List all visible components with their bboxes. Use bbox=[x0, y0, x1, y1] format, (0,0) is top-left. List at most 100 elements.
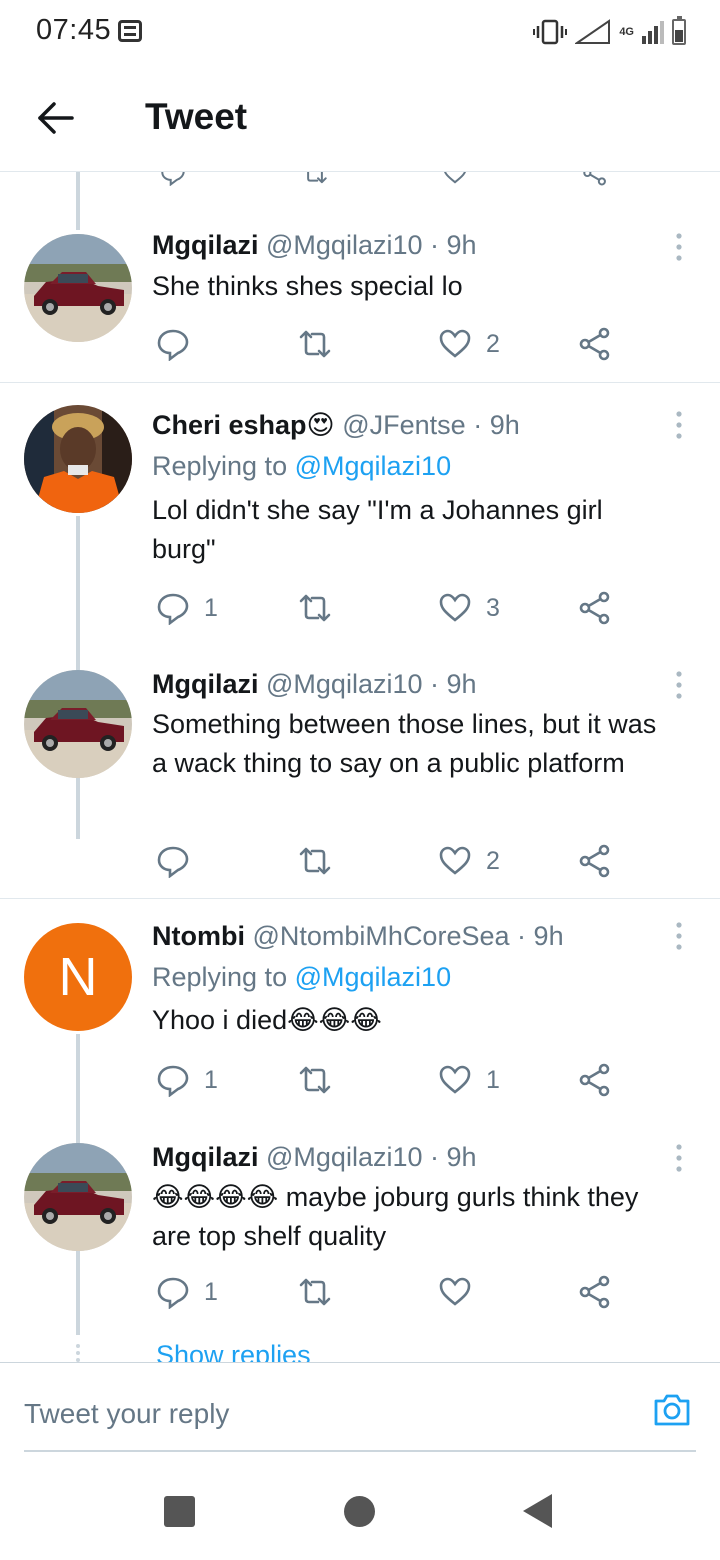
share-button[interactable] bbox=[578, 327, 612, 361]
user-handle[interactable]: @JFentse bbox=[342, 410, 465, 440]
share-button[interactable] bbox=[578, 1275, 612, 1309]
car-photo bbox=[24, 234, 132, 342]
like-button[interactable]: 2 bbox=[438, 327, 500, 361]
mention-link[interactable]: @Mgqilazi10 bbox=[295, 962, 451, 992]
like-icon bbox=[439, 1065, 471, 1094]
reply-icon bbox=[157, 1065, 189, 1097]
system-back-button[interactable] bbox=[523, 1494, 552, 1528]
reply-icon[interactable] bbox=[156, 172, 190, 186]
avatar[interactable] bbox=[24, 670, 132, 778]
display-name[interactable]: Ntombi bbox=[152, 921, 245, 951]
share-button[interactable] bbox=[578, 844, 612, 878]
reply-button[interactable]: 1 bbox=[156, 591, 218, 625]
avatar[interactable] bbox=[24, 234, 132, 342]
more-options-icon[interactable] bbox=[672, 232, 686, 262]
tweet-header: Cheri eshap😍 @JFentse · 9h bbox=[152, 410, 520, 441]
like-icon[interactable] bbox=[438, 172, 472, 186]
user-handle[interactable]: @Mgqilazi10 bbox=[266, 1142, 422, 1172]
like-button[interactable]: 3 bbox=[438, 591, 500, 625]
more-options-icon[interactable] bbox=[672, 410, 686, 440]
avatar[interactable]: N bbox=[24, 923, 132, 1031]
share-button[interactable] bbox=[578, 591, 612, 625]
reply-button[interactable]: 1 bbox=[156, 1063, 218, 1097]
signal-bars-icon bbox=[642, 21, 664, 44]
share-icon bbox=[579, 844, 610, 878]
dot-separator: · bbox=[473, 410, 483, 440]
tweet-divider bbox=[0, 898, 720, 899]
car-photo bbox=[24, 1143, 132, 1251]
retweet-button[interactable] bbox=[298, 844, 346, 878]
retweet-button[interactable] bbox=[298, 1063, 346, 1097]
reply-button[interactable] bbox=[156, 844, 204, 878]
tweet-text: 😂😂😂😂 maybe joburg gurls think they are t… bbox=[152, 1182, 639, 1251]
share-icon bbox=[579, 591, 610, 625]
reply-placeholder: Tweet your reply bbox=[24, 1398, 230, 1429]
like-icon bbox=[439, 593, 471, 622]
mention-link[interactable]: @Mgqilazi10 bbox=[295, 451, 451, 481]
avatar[interactable] bbox=[24, 405, 132, 513]
back-arrow-icon[interactable] bbox=[36, 98, 76, 138]
user-handle[interactable]: @Mgqilazi10 bbox=[266, 230, 422, 260]
dot-separator: · bbox=[517, 921, 527, 951]
reply-count: 1 bbox=[204, 593, 218, 622]
profile-photo bbox=[24, 405, 132, 513]
retweet-icon bbox=[299, 1066, 331, 1094]
tweet-header: Mgqilazi @Mgqilazi10 · 9h bbox=[152, 669, 477, 700]
user-handle[interactable]: @Mgqilazi10 bbox=[266, 669, 422, 699]
tweet-divider bbox=[0, 382, 720, 383]
tweet-time: 9h bbox=[533, 921, 564, 951]
reply-input[interactable]: Tweet your reply bbox=[24, 1362, 696, 1452]
display-name[interactable]: Mgqilazi bbox=[152, 1142, 259, 1172]
like-button[interactable]: 2 bbox=[438, 844, 500, 878]
reply-icon bbox=[157, 329, 189, 361]
retweet-icon bbox=[299, 1278, 331, 1306]
like-count: 3 bbox=[486, 593, 500, 622]
dot-separator: · bbox=[430, 1142, 440, 1172]
tweet-text: Something between those lines, but it wa… bbox=[152, 709, 657, 778]
more-options-icon[interactable] bbox=[672, 670, 686, 700]
share-button[interactable] bbox=[578, 1063, 612, 1097]
reply-button[interactable] bbox=[156, 327, 204, 361]
avatar[interactable] bbox=[24, 1143, 132, 1251]
retweet-button[interactable] bbox=[298, 327, 346, 361]
retweet-button[interactable] bbox=[298, 1275, 346, 1309]
retweet-button[interactable] bbox=[298, 591, 346, 625]
signal-empty-icon bbox=[575, 19, 611, 44]
page-title: Tweet bbox=[145, 96, 248, 137]
status-icons: 4G bbox=[533, 14, 686, 50]
replying-prefix: Replying to bbox=[152, 451, 288, 481]
display-name[interactable]: Mgqilazi bbox=[152, 669, 259, 699]
tweet-text: Lol didn't she say "I'm a Johannes girl … bbox=[152, 495, 603, 564]
tweet-header: Mgqilazi @Mgqilazi10 · 9h bbox=[152, 1142, 477, 1173]
like-button[interactable] bbox=[438, 1275, 486, 1309]
reply-button[interactable]: 1 bbox=[156, 1275, 218, 1309]
tweet-text: She thinks shes special lo bbox=[152, 271, 463, 301]
more-options-icon[interactable] bbox=[672, 921, 686, 951]
display-name[interactable]: Mgqilazi bbox=[152, 230, 259, 260]
replying-prefix: Replying to bbox=[152, 962, 288, 992]
car-photo bbox=[24, 670, 132, 778]
share-icon[interactable] bbox=[578, 172, 612, 186]
like-button[interactable]: 1 bbox=[438, 1063, 500, 1097]
user-handle[interactable]: @NtombiMhCoreSea bbox=[253, 921, 510, 951]
retweet-icon[interactable] bbox=[298, 172, 332, 186]
conversation-timeline[interactable]: Mgqilazi @Mgqilazi10 · 9h She thinks she… bbox=[0, 172, 720, 1362]
display-name[interactable]: Cheri eshap😍 bbox=[152, 410, 335, 440]
reply-icon bbox=[157, 1277, 189, 1309]
camera-icon[interactable] bbox=[652, 1390, 692, 1430]
home-button[interactable] bbox=[344, 1496, 375, 1527]
reply-icon bbox=[157, 846, 189, 878]
like-count: 2 bbox=[486, 846, 500, 875]
show-replies-link[interactable]: Show replies bbox=[156, 1340, 311, 1362]
network-type: 4G bbox=[619, 25, 634, 38]
thread-line bbox=[76, 172, 80, 230]
recents-button[interactable] bbox=[164, 1496, 195, 1527]
like-icon bbox=[439, 846, 471, 875]
more-options-icon[interactable] bbox=[672, 1143, 686, 1173]
dot-separator: · bbox=[430, 669, 440, 699]
tweet-time: 9h bbox=[446, 669, 477, 699]
tweet-time: 9h bbox=[446, 230, 477, 260]
share-icon bbox=[579, 1063, 610, 1097]
tweet-time: 9h bbox=[446, 1142, 477, 1172]
tweet-header: Mgqilazi @Mgqilazi10 · 9h bbox=[152, 230, 477, 261]
